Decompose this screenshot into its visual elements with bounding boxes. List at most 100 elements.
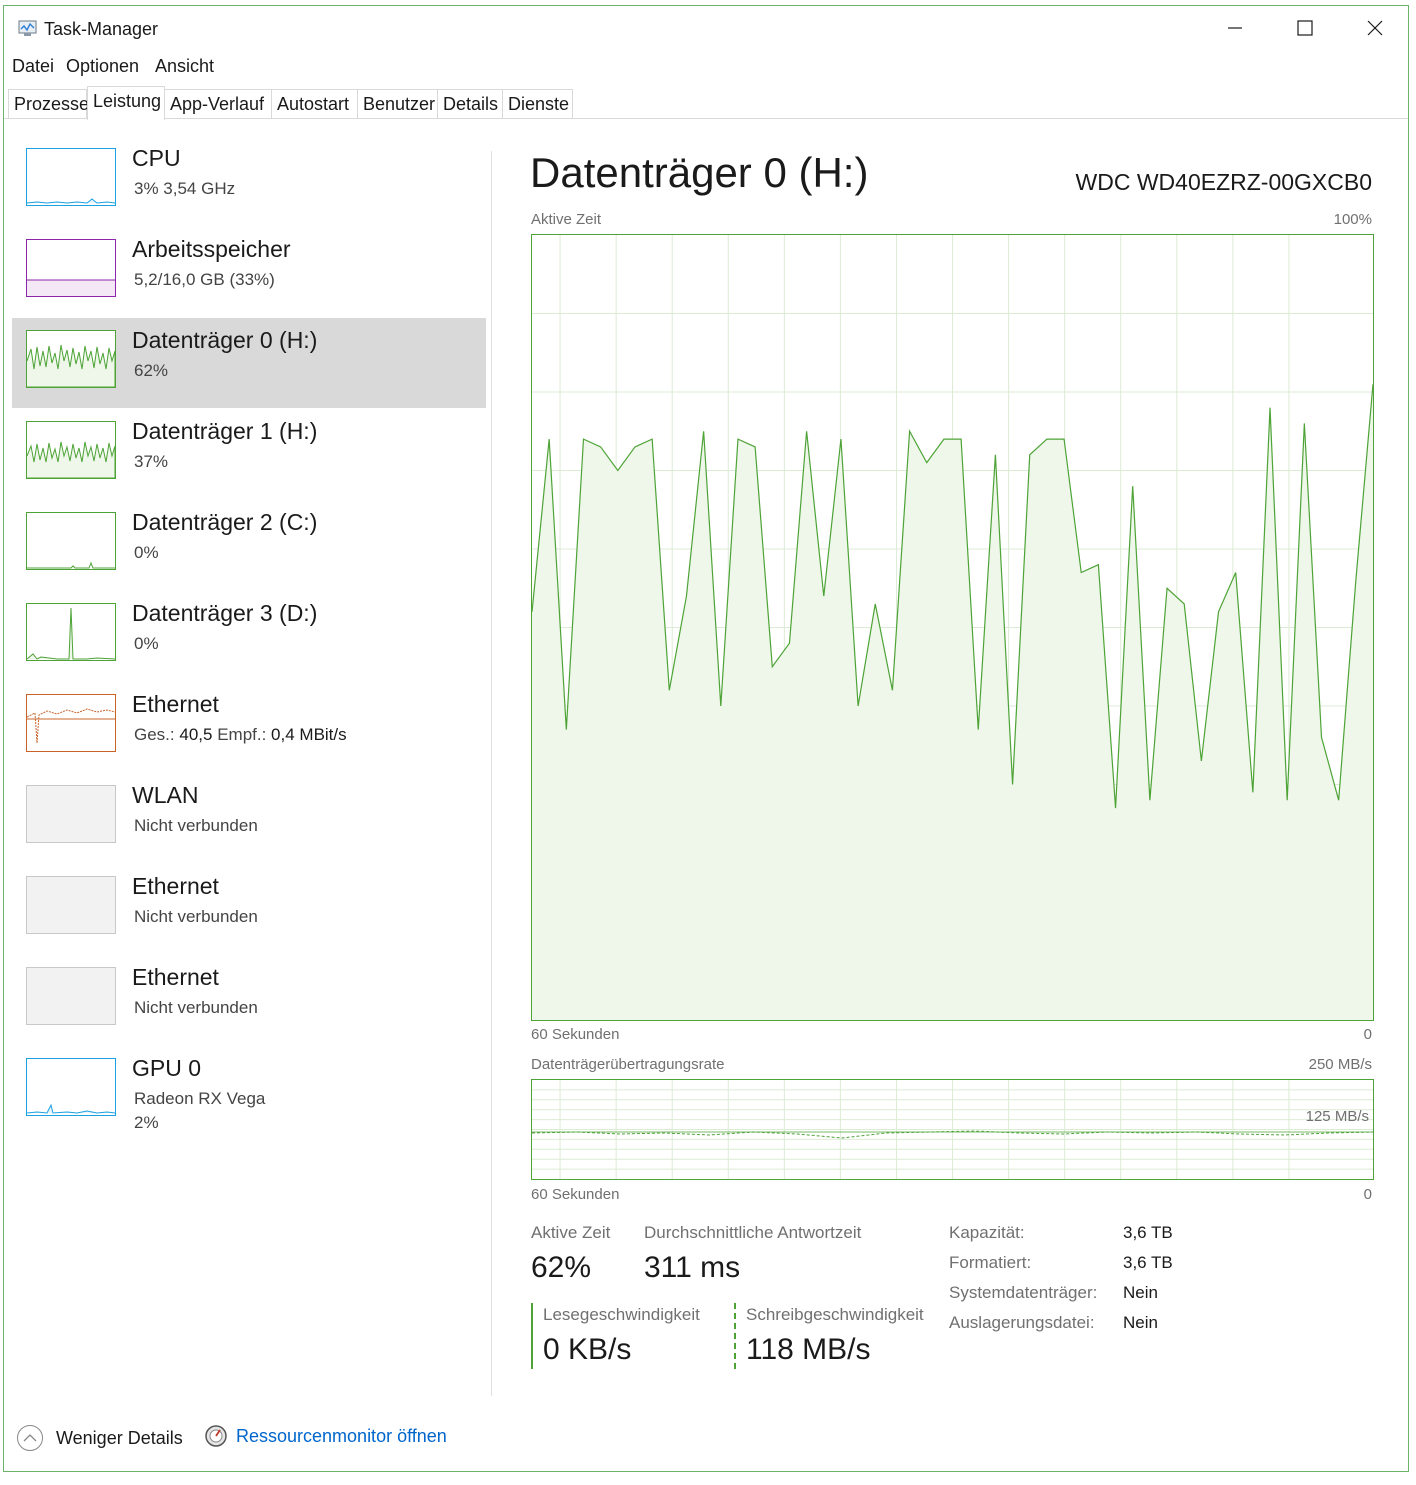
- page-file-value: Nein: [1123, 1313, 1158, 1332]
- sidebar-item-disk-3[interactable]: Datenträger 3 (D:) 0%: [12, 591, 486, 681]
- sidebar-item-disk-2[interactable]: Datenträger 2 (C:) 0%: [12, 500, 486, 590]
- active-time-chart-max: 100%: [1333, 211, 1372, 228]
- sidebar-item-subtitle: Ges.: 40,5 Empf.: 0,4 MBit/s: [134, 725, 347, 745]
- active-time-chart-svg: [531, 235, 1374, 1020]
- disk-3-thumbnail-graph: [26, 603, 116, 661]
- sidebar-item-title: Ethernet: [132, 964, 219, 990]
- sidebar-item-ethernet-1[interactable]: Ethernet Ges.: 40,5 Empf.: 0,4 MBit/s: [12, 682, 486, 772]
- fewer-details-button[interactable]: Weniger Details: [16, 1424, 183, 1452]
- transfer-rate-chart-mid: 125 MB/s: [1305, 1108, 1369, 1125]
- sidebar-item-subtitle: Nicht verbunden: [134, 998, 258, 1017]
- maximize-button[interactable]: [1270, 6, 1340, 50]
- sidebar-item-memory[interactable]: Arbeitsspeicher 5,2/16,0 GB (33%): [12, 227, 486, 317]
- active-time-label: Aktive Zeit: [531, 1223, 611, 1242]
- sidebar-item-disk-0[interactable]: Datenträger 0 (H:) 62%: [12, 318, 486, 408]
- disk-1-thumbnail-graph: [26, 421, 116, 479]
- sidebar-item-subtitle: Nicht verbunden: [134, 816, 258, 835]
- sidebar-item-ethernet-2[interactable]: Ethernet Nicht verbunden: [12, 864, 486, 954]
- sidebar-item-title: Arbeitsspeicher: [132, 236, 291, 262]
- capacity-value: 3,6 TB: [1123, 1223, 1173, 1242]
- response-time-label: Durchschnittliche Antwortzeit: [644, 1223, 862, 1242]
- tab-bar: Prozesse Leistung App-Verlauf Autostart …: [4, 86, 1408, 120]
- tab-leistung[interactable]: Leistung: [87, 86, 165, 120]
- sidebar-item-gpu-0[interactable]: GPU 0 Radeon RX Vega 2%: [12, 1046, 486, 1136]
- sidebar-item-title: Datenträger 2 (C:): [132, 509, 318, 535]
- sidebar-item-title: WLAN: [132, 782, 199, 808]
- read-speed-value: 0 KB/s: [543, 1333, 632, 1366]
- write-speed-indicator: [734, 1303, 736, 1369]
- menu-optionen[interactable]: Optionen: [66, 56, 139, 77]
- tab-app-verlauf[interactable]: App-Verlauf: [165, 89, 272, 118]
- system-disk-label: Systemdatenträger:: [949, 1283, 1098, 1302]
- sidebar-item-subtitle: 0%: [134, 634, 159, 653]
- footer: Weniger Details Ressourcenmonitor öffnen: [4, 1407, 1408, 1471]
- minimize-button[interactable]: [1200, 6, 1270, 50]
- disk-model: WDC WD40EZRZ-00GXCB0: [1075, 169, 1372, 195]
- system-disk-value: Nein: [1123, 1283, 1158, 1302]
- transfer-rate-chart: 125 MB/s: [531, 1079, 1374, 1180]
- sidebar-item-wlan[interactable]: WLAN Nicht verbunden: [12, 773, 486, 863]
- tab-details[interactable]: Details: [438, 89, 503, 118]
- memory-thumbnail-graph: [26, 239, 116, 297]
- formatted-label: Formatiert:: [949, 1253, 1032, 1272]
- sidebar-item-subtitle: 37%: [134, 452, 169, 471]
- wlan-thumbnail-graph: [26, 785, 116, 843]
- transfer-rate-chart-max: 250 MB/s: [1308, 1056, 1372, 1073]
- total-label: Ges.:: [134, 725, 175, 744]
- sidebar-item-cpu[interactable]: CPU 3% 3,54 GHz: [12, 136, 486, 226]
- ethernet-2-thumbnail-graph: [26, 876, 116, 934]
- transfer-rate-chart-x-left: 60 Sekunden: [531, 1186, 620, 1203]
- sidebar-item-usage: 2%: [134, 1113, 159, 1132]
- transfer-rate-chart-svg: [531, 1080, 1374, 1179]
- cpu-thumbnail-graph: [26, 148, 116, 206]
- page-title: Datenträger 0 (H:): [530, 149, 869, 196]
- menu-ansicht[interactable]: Ansicht: [155, 56, 214, 77]
- tab-autostart[interactable]: Autostart: [272, 89, 358, 118]
- task-manager-window: Task-Manager Datei Optionen Ansicht Proz…: [3, 5, 1409, 1472]
- response-time-value: 311 ms: [644, 1251, 741, 1284]
- read-speed-label: Lesegeschwindigkeit: [543, 1305, 700, 1324]
- sidebar-item-title: Datenträger 3 (D:): [132, 600, 318, 626]
- received-value: 0,4 MBit/s: [271, 725, 347, 744]
- sidebar-item-title: Datenträger 0 (H:): [132, 327, 318, 353]
- sidebar-item-title: Ethernet: [132, 873, 219, 899]
- page-file-label: Auslagerungsdatei:: [949, 1313, 1095, 1332]
- maximize-icon: [1297, 20, 1313, 36]
- panel-divider[interactable]: [491, 151, 492, 1396]
- received-label: Empf.:: [217, 725, 267, 744]
- sidebar-item-title: Ethernet: [132, 691, 219, 717]
- tab-dienste[interactable]: Dienste: [503, 89, 573, 118]
- disk-2-thumbnail-graph: [26, 512, 116, 570]
- sidebar-item-subtitle: Nicht verbunden: [134, 907, 258, 926]
- transfer-rate-chart-label: Datenträgerübertragungsrate: [531, 1056, 725, 1073]
- sidebar-item-subtitle: 3% 3,54 GHz: [134, 179, 236, 198]
- active-time-chart-label: Aktive Zeit: [531, 211, 602, 228]
- gpu-thumbnail-graph: [26, 1058, 116, 1116]
- sidebar-item-ethernet-3[interactable]: Ethernet Nicht verbunden: [12, 955, 486, 1045]
- formatted-value: 3,6 TB: [1123, 1253, 1173, 1272]
- write-speed-label: Schreibgeschwindigkeit: [746, 1305, 924, 1324]
- write-speed-value: 118 MB/s: [746, 1333, 871, 1366]
- open-resource-monitor-link[interactable]: Ressourcenmonitor öffnen: [204, 1424, 447, 1448]
- open-resource-monitor-label: Ressourcenmonitor öffnen: [236, 1425, 447, 1446]
- tab-benutzer[interactable]: Benutzer: [358, 89, 438, 118]
- disk-0-thumbnail-graph: [26, 330, 116, 388]
- tab-prozesse[interactable]: Prozesse: [8, 89, 89, 118]
- menu-datei[interactable]: Datei: [12, 56, 54, 77]
- fewer-details-label: Weniger Details: [56, 1427, 183, 1448]
- chevron-up-circle-icon: [17, 1425, 43, 1451]
- close-button[interactable]: [1340, 6, 1410, 50]
- active-time-value: 62%: [531, 1251, 592, 1284]
- ethernet-thumbnail-graph: [26, 694, 116, 752]
- sidebar-item-title: GPU 0: [132, 1055, 202, 1081]
- resource-monitor-icon: [205, 1425, 227, 1447]
- close-icon: [1367, 20, 1383, 36]
- active-time-area: [532, 384, 1373, 1020]
- title-bar[interactable]: Task-Manager: [4, 6, 1408, 50]
- ethernet-3-thumbnail-graph: [26, 967, 116, 1025]
- sidebar-item-subtitle: 62%: [134, 361, 169, 380]
- capacity-label: Kapazität:: [949, 1223, 1025, 1242]
- sidebar-item-disk-1[interactable]: Datenträger 1 (H:) 37%: [12, 409, 486, 499]
- active-time-chart: [531, 234, 1374, 1021]
- total-value: 40,5: [179, 725, 213, 744]
